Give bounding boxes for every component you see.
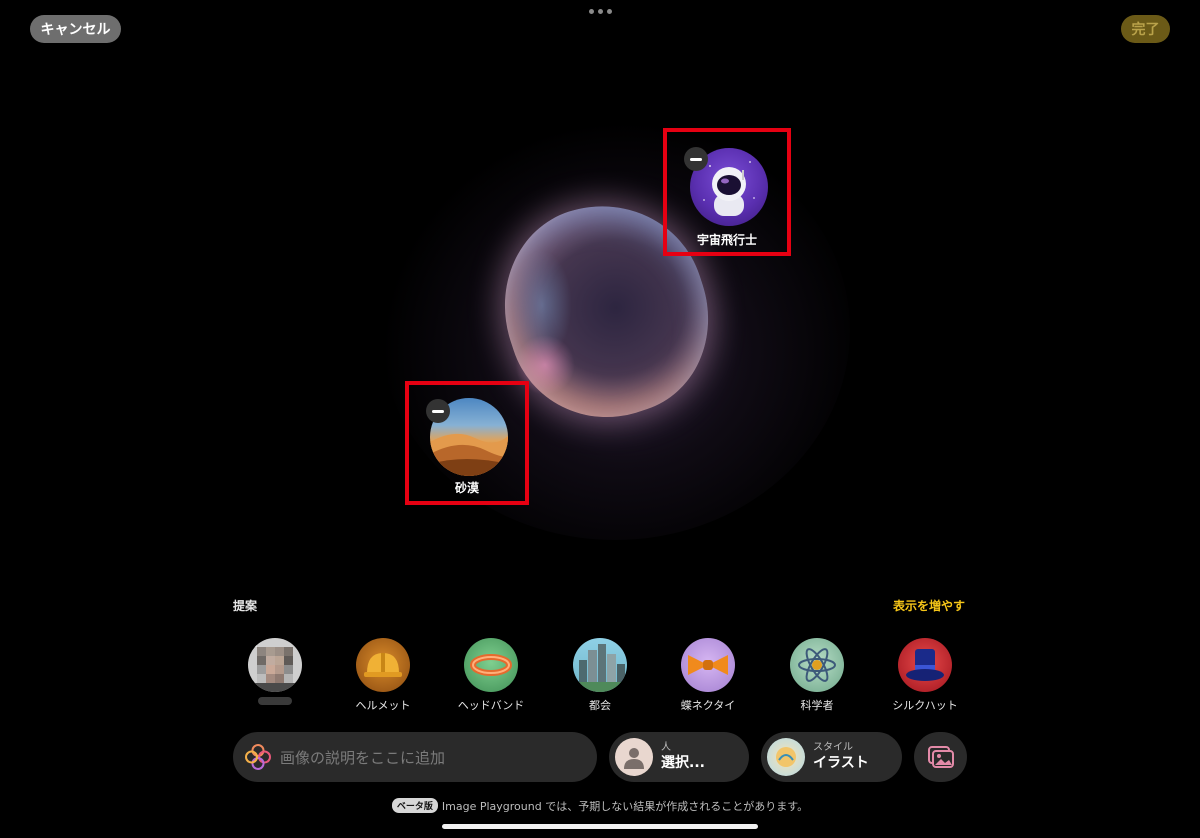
suggestion-helmet[interactable]: ヘルメット [343, 638, 423, 713]
person-photo-icon [248, 638, 302, 692]
suggestion-headband[interactable]: ヘッドバンド [451, 638, 531, 713]
top-hat-icon [898, 638, 952, 692]
city-icon [573, 638, 627, 692]
bowtie-icon [681, 638, 735, 692]
multitasking-dots[interactable] [589, 9, 612, 14]
person-pill-caption: 人 [661, 742, 671, 753]
atom-icon [790, 638, 844, 692]
style-pill-caption: スタイル [813, 742, 853, 753]
illustration-style-icon [767, 738, 805, 776]
person-select-button[interactable]: 人 選択... [609, 732, 749, 782]
suggestion-bowtie[interactable]: 蝶ネクタイ [668, 638, 748, 713]
suggestion-label: 蝶ネクタイ [680, 699, 736, 712]
person-pill-value: 選択... [661, 755, 705, 771]
concept-label: 砂漠 [454, 481, 479, 495]
helmet-icon [356, 638, 410, 692]
description-placeholder: 画像の説明をここに追加 [280, 748, 446, 767]
home-indicator[interactable] [442, 824, 758, 829]
concept-desert[interactable]: 砂漠 [405, 381, 529, 505]
show-more-link[interactable]: 表示を増やす [893, 597, 965, 614]
suggestion-city[interactable]: 都会 [560, 638, 640, 713]
suggestions-title: 提案 [233, 599, 258, 613]
suggestion-top-hat[interactable]: シルクハット [885, 638, 965, 713]
suggestion-label: シルクハット [892, 699, 958, 712]
suggestion-label: 都会 [589, 699, 611, 712]
photos-icon [927, 746, 954, 768]
style-select-button[interactable]: スタイル イラスト [761, 732, 902, 782]
style-pill-value: イラスト [813, 755, 869, 771]
photo-library-button[interactable] [914, 732, 967, 782]
beta-badge: ベータ版 [391, 798, 438, 813]
suggestion-label: 科学者 [800, 699, 834, 712]
disclaimer: ベータ版 Image Playground では、予期しない結果が作成されることが… [0, 798, 1200, 814]
done-button[interactable]: 完了 [1121, 15, 1170, 43]
disclaimer-text: Image Playground では、予期しない結果が作成されることがあります… [441, 800, 809, 813]
suggestion-person[interactable] [235, 638, 315, 705]
person-icon [615, 738, 653, 776]
suggestion-label: ヘッドバンド [457, 699, 525, 712]
remove-concept-button[interactable] [684, 147, 708, 171]
concept-astronaut[interactable]: 宇宙飛行士 [663, 128, 791, 256]
cancel-button[interactable]: キャンセル [30, 15, 121, 43]
headband-icon [464, 638, 518, 692]
description-input[interactable]: 画像の説明をここに追加 [233, 732, 597, 782]
suggestion-scientist[interactable]: 科学者 [777, 638, 857, 713]
concept-label: 宇宙飛行士 [696, 233, 757, 247]
image-playground-icon [245, 744, 271, 770]
remove-concept-button[interactable] [426, 399, 450, 423]
suggestion-label-blurred [258, 697, 292, 705]
suggestion-label: ヘルメット [355, 699, 411, 712]
